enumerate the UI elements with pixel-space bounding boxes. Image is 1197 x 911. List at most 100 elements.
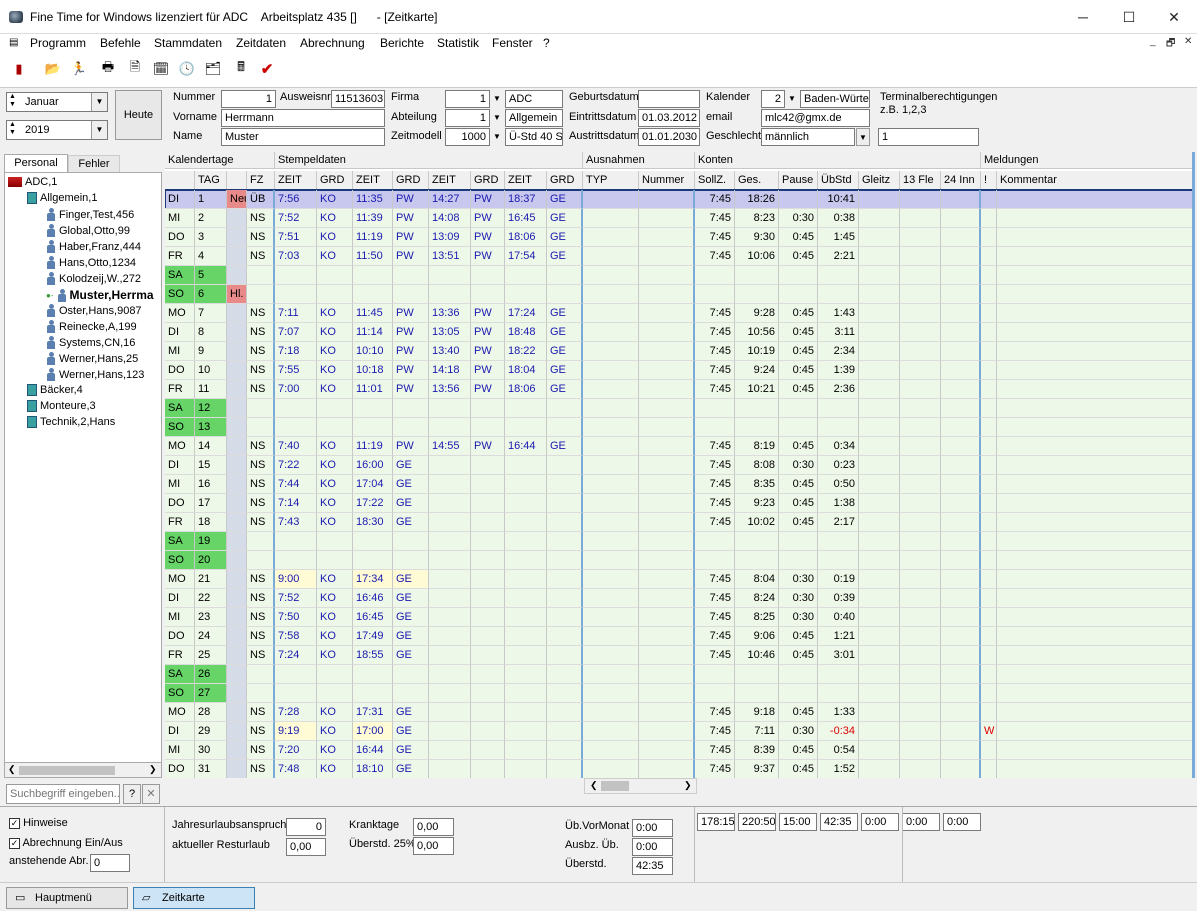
zeitkarte-button[interactable]: ▱ Zeitkarte: [133, 887, 255, 909]
column-header[interactable]: ZEIT: [353, 171, 393, 189]
table-cell[interactable]: 9:23: [735, 494, 779, 513]
table-cell[interactable]: PW: [471, 380, 505, 399]
month-select[interactable]: ▲ ▼ Januar ▼: [6, 92, 108, 112]
table-cell[interactable]: [981, 247, 997, 266]
table-cell[interactable]: [247, 665, 275, 684]
clock-icon[interactable]: 🕓: [178, 60, 196, 78]
table-cell[interactable]: NS: [247, 437, 275, 456]
table-cell[interactable]: [859, 665, 900, 684]
table-cell[interactable]: [900, 570, 941, 589]
search-clear-button[interactable]: ✕: [142, 784, 160, 804]
table-cell[interactable]: [639, 361, 695, 380]
table-cell[interactable]: [547, 475, 583, 494]
year-select[interactable]: ▲ ▼ 2019 ▼: [6, 120, 108, 140]
table-cell[interactable]: [639, 209, 695, 228]
table-cell[interactable]: [547, 532, 583, 551]
table-cell[interactable]: 18:37: [505, 190, 547, 209]
table-cell[interactable]: 17:00: [353, 722, 393, 741]
table-cell[interactable]: 7:03: [275, 247, 317, 266]
table-cell[interactable]: GE: [547, 190, 583, 209]
table-cell[interactable]: 11:45: [353, 304, 393, 323]
table-row[interactable]: MI 9 NS 7:18 KO 10:10 PW 13:40 PW 18:22 GE 7:45 10:1…: [165, 342, 1195, 361]
table-cell[interactable]: [247, 551, 275, 570]
table-cell[interactable]: [505, 665, 547, 684]
table-cell[interactable]: [227, 342, 247, 361]
table-cell[interactable]: 13:40: [429, 342, 471, 361]
table-cell[interactable]: [859, 285, 900, 304]
table-cell[interactable]: [859, 361, 900, 380]
table-cell[interactable]: [583, 380, 639, 399]
table-row[interactable]: SO 13: [165, 418, 1195, 437]
table-cell[interactable]: 0:45: [779, 627, 818, 646]
table-cell[interactable]: 9:06: [735, 627, 779, 646]
table-cell[interactable]: [317, 418, 353, 437]
document-icon[interactable]: 🗎: [126, 59, 144, 78]
table-cell[interactable]: [227, 551, 247, 570]
table-cell[interactable]: 7:45: [695, 380, 735, 399]
table-cell[interactable]: KO: [317, 475, 353, 494]
table-cell[interactable]: 7:45: [695, 722, 735, 741]
table-cell[interactable]: PW: [393, 361, 429, 380]
table-row[interactable]: MI 30 NS 7:20 KO 16:44 GE 7:45 8:39 0:45 0:54: [165, 741, 1195, 760]
table-cell[interactable]: 1:21: [818, 627, 859, 646]
table-cell[interactable]: [505, 532, 547, 551]
table-cell[interactable]: KO: [317, 228, 353, 247]
table-cell[interactable]: [227, 760, 247, 778]
table-cell[interactable]: [941, 418, 981, 437]
close-button[interactable]: ✕: [1151, 0, 1197, 34]
table-cell[interactable]: [639, 190, 695, 209]
table-cell[interactable]: [900, 285, 941, 304]
table-cell[interactable]: [779, 399, 818, 418]
table-cell[interactable]: [997, 475, 1195, 494]
table-cell[interactable]: [859, 437, 900, 456]
table-cell[interactable]: [429, 399, 471, 418]
table-cell[interactable]: [317, 266, 353, 285]
table-cell[interactable]: 8:35: [735, 475, 779, 494]
table-cell[interactable]: 7:45: [695, 513, 735, 532]
table-cell[interactable]: PW: [471, 228, 505, 247]
table-cell[interactable]: 1:38: [818, 494, 859, 513]
table-cell[interactable]: [429, 703, 471, 722]
table-cell[interactable]: 10:56: [735, 323, 779, 342]
table-cell[interactable]: [981, 418, 997, 437]
table-cell[interactable]: [227, 209, 247, 228]
table-cell[interactable]: [941, 722, 981, 741]
table-cell[interactable]: 7:45: [695, 646, 735, 665]
table-cell[interactable]: [997, 741, 1195, 760]
table-row[interactable]: FR 4 NS 7:03 KO 11:50 PW 13:51 PW 17:54 GE 7:45 10:0…: [165, 247, 1195, 266]
table-cell[interactable]: [429, 627, 471, 646]
table-cell[interactable]: [981, 228, 997, 247]
table-cell[interactable]: 13:36: [429, 304, 471, 323]
hinweise-checkbox[interactable]: ✓ Hinweise: [9, 817, 68, 829]
table-cell[interactable]: 0:30: [779, 608, 818, 627]
hauptmenu-button[interactable]: ▭ Hauptmenü: [6, 887, 128, 909]
table-cell[interactable]: [429, 608, 471, 627]
table-cell[interactable]: KO: [317, 380, 353, 399]
menu-help[interactable]: ?: [543, 36, 550, 50]
table-cell[interactable]: [941, 323, 981, 342]
table-cell[interactable]: [941, 247, 981, 266]
table-row[interactable]: DI 15 NS 7:22 KO 16:00 GE 7:45 8:08 0:30 0:23: [165, 456, 1195, 475]
table-cell[interactable]: [583, 209, 639, 228]
table-cell[interactable]: [429, 760, 471, 778]
field-eintritt[interactable]: 01.03.2012: [638, 109, 700, 127]
table-cell[interactable]: [471, 760, 505, 778]
field-ueberstd25[interactable]: 0,00: [413, 837, 454, 855]
table-cell[interactable]: [981, 437, 997, 456]
table-cell[interactable]: [547, 456, 583, 475]
table-cell[interactable]: 7:45: [695, 741, 735, 760]
table-cell[interactable]: PW: [393, 342, 429, 361]
table-cell[interactable]: 7:45: [695, 209, 735, 228]
table-cell[interactable]: [639, 589, 695, 608]
menu-berichte[interactable]: Berichte: [380, 36, 424, 50]
field-firma-nr[interactable]: 1: [445, 90, 490, 108]
table-cell[interactable]: [997, 608, 1195, 627]
table-cell[interactable]: 0:45: [779, 380, 818, 399]
table-cell[interactable]: [779, 266, 818, 285]
table-cell[interactable]: 7:45: [695, 494, 735, 513]
table-cell[interactable]: GE: [547, 437, 583, 456]
table-cell[interactable]: 7:45: [695, 304, 735, 323]
table-cell[interactable]: [471, 589, 505, 608]
column-header[interactable]: GRD: [547, 171, 583, 189]
table-cell[interactable]: 7:24: [275, 646, 317, 665]
